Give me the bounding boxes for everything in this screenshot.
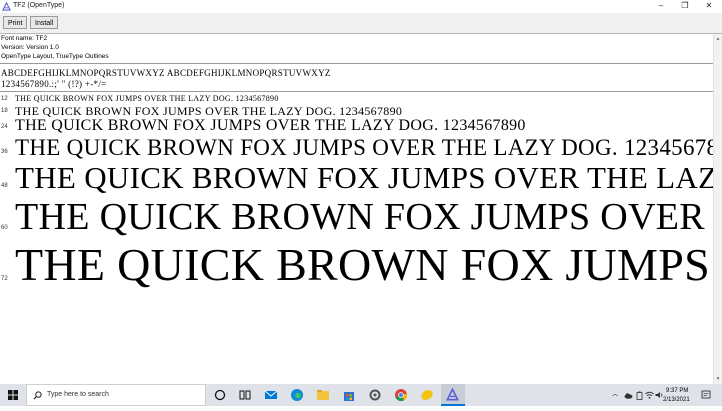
taskbar-search-box[interactable]: Type here to search xyxy=(26,384,206,406)
size-label: 12 xyxy=(1,96,8,102)
toolbar: Print Install xyxy=(0,13,722,34)
font-name-text: Font name: TF2 xyxy=(1,35,48,42)
sample-text: THE QUICK BROWN FOX JUMPS OVER THE xyxy=(15,196,714,238)
size-label: 48 xyxy=(1,183,8,189)
sample-row-18: 18 THE QUICK BROWN FOX JUMPS OVER THE LA… xyxy=(0,104,714,118)
notification-center-icon[interactable] xyxy=(701,390,711,400)
print-button[interactable]: Print xyxy=(3,16,28,29)
sample-text: THE QUICK BROWN FOX JUMPS OVER THE LAZY … xyxy=(15,160,714,195)
settings-gear-icon[interactable] xyxy=(368,388,382,402)
sample-text: THE QUICK BROWN FOX JUMPS OVER THE LAZY … xyxy=(15,117,526,134)
size-label: 36 xyxy=(1,149,8,155)
scroll-down-arrow-icon[interactable]: ▼ xyxy=(715,376,721,382)
divider xyxy=(0,63,714,64)
taskbar: Type here to search ︿ 9:37 PM 2/13/2021 xyxy=(0,384,722,406)
clock-time[interactable]: 9:37 PM xyxy=(666,387,688,395)
task-view-icon[interactable] xyxy=(238,388,252,402)
font-viewer-app-icon xyxy=(446,388,459,401)
close-button[interactable]: ✕ xyxy=(697,0,721,12)
tray-chevron-up-icon[interactable]: ︿ xyxy=(612,391,618,399)
taskbar-font-viewer-active[interactable] xyxy=(441,384,465,406)
windows-logo-icon xyxy=(8,390,18,400)
sample-row-24: 24 THE QUICK BROWN FOX JUMPS OVER THE LA… xyxy=(0,117,714,136)
sample-text: THE QUICK BROWN FOX JUMPS OVER THE LAZY … xyxy=(15,104,403,118)
font-type-text: OpenType Layout, TrueType Outlines xyxy=(1,53,109,60)
maximize-button[interactable]: ❐ xyxy=(673,0,697,12)
file-explorer-icon[interactable] xyxy=(316,388,330,402)
start-button[interactable] xyxy=(0,384,26,406)
sample-row-36: 36 THE QUICK BROWN FOX JUMPS OVER THE LA… xyxy=(0,135,714,162)
wifi-icon[interactable] xyxy=(645,391,654,399)
cortana-icon[interactable] xyxy=(213,388,227,402)
window-title: TF2 (OpenType) xyxy=(13,2,65,9)
font-version-text: Version: Version 1.0 xyxy=(1,44,59,51)
edge-browser-icon[interactable] xyxy=(290,388,304,402)
battery-icon[interactable] xyxy=(636,391,643,400)
sample-row-60: 60 THE QUICK BROWN FOX JUMPS OVER THE xyxy=(0,195,714,241)
install-button[interactable]: Install xyxy=(30,16,59,29)
clock-date[interactable]: 2/13/2021 xyxy=(663,396,690,404)
chrome-icon[interactable] xyxy=(394,388,408,402)
title-bar: TF2 (OpenType) – ❐ ✕ xyxy=(0,0,722,13)
sample-text: THE QUICK BROWN FOX JUMPS OVER THE LAZY … xyxy=(15,94,279,103)
size-label: 60 xyxy=(1,225,8,231)
sample-text: THE QUICK BROWN FOX JUMPS OVER THE LAZY … xyxy=(15,135,714,160)
scroll-up-arrow-icon[interactable]: ▲ xyxy=(715,36,721,42)
size-label: 24 xyxy=(1,124,8,130)
font-viewer-app-icon xyxy=(2,2,11,11)
font-preview-pane: Font name: TF2 Version: Version 1.0 Open… xyxy=(0,34,714,384)
sample-row-48: 48 THE QUICK BROWN FOX JUMPS OVER THE LA… xyxy=(0,160,714,198)
store-icon[interactable] xyxy=(342,388,356,402)
cloud-icon[interactable] xyxy=(624,392,633,399)
divider xyxy=(0,91,714,92)
minimize-button[interactable]: – xyxy=(649,0,673,12)
search-icon xyxy=(33,391,42,400)
sample-row-72: 72 THE QUICK BROWN FOX JUMPS OV xyxy=(0,238,714,294)
charset-line-numbers: 1234567890.:;' " (!?) +-*/= xyxy=(1,79,107,89)
search-placeholder: Type here to search xyxy=(47,391,109,398)
mail-icon[interactable] xyxy=(264,388,278,402)
app-lemon-icon[interactable] xyxy=(420,388,434,402)
charset-line-letters: ABCDEFGHIJKLMNOPQRSTUVWXYZ ABCDEFGHIJKLM… xyxy=(1,68,331,78)
size-label: 72 xyxy=(1,276,8,282)
vertical-scrollbar[interactable]: ▲ ▼ xyxy=(713,34,722,384)
size-label: 18 xyxy=(1,108,8,114)
sample-text: THE QUICK BROWN FOX JUMPS OV xyxy=(15,239,714,290)
